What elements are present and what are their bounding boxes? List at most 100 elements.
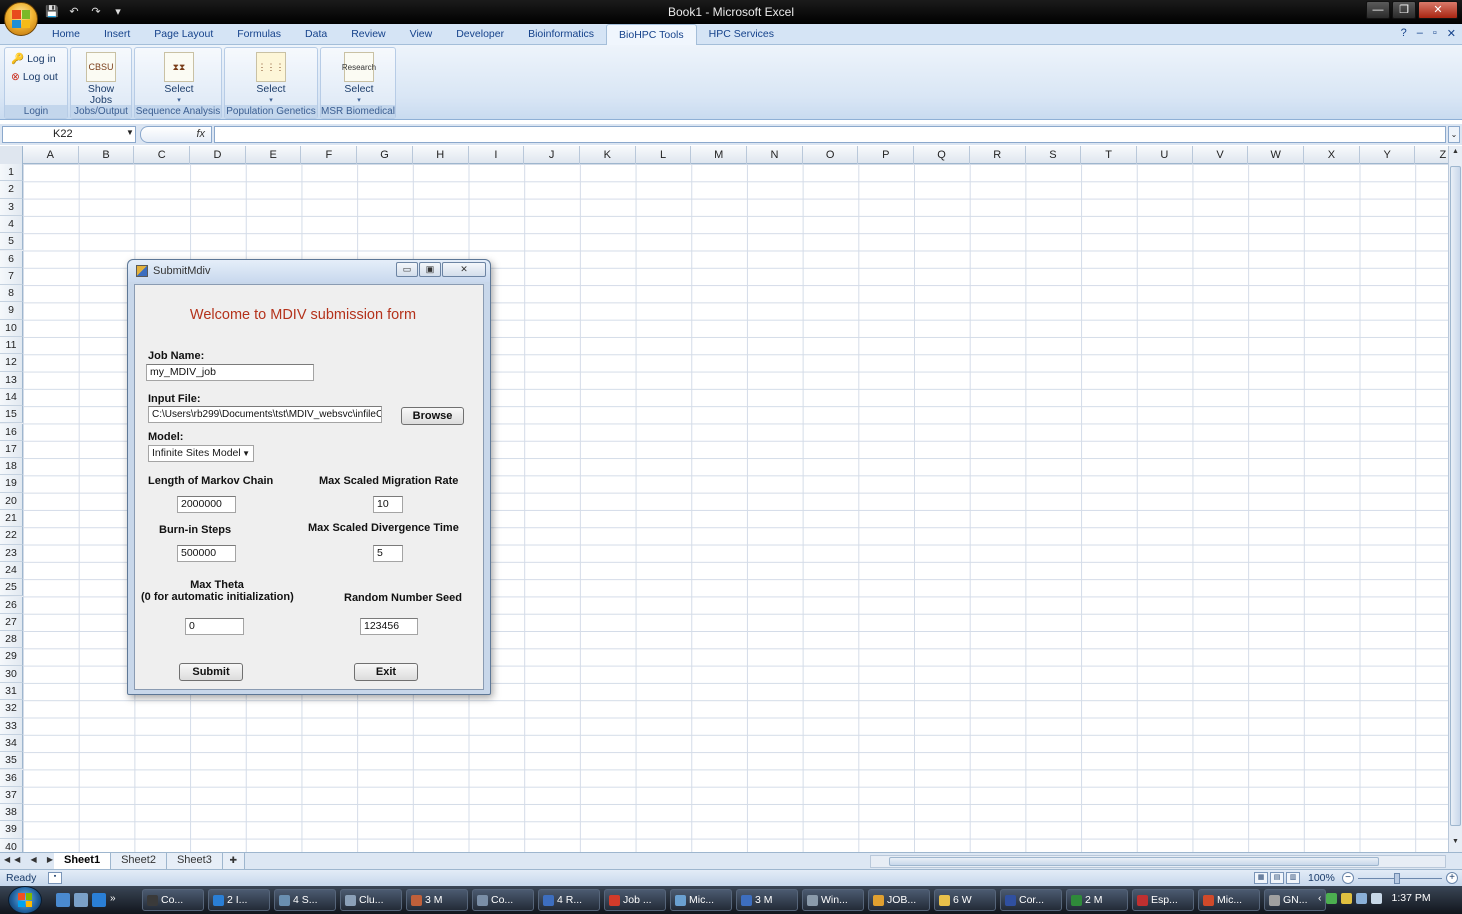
row-header[interactable]: 32 bbox=[0, 700, 23, 718]
column-header[interactable]: W bbox=[1248, 146, 1305, 164]
chevron-down-icon[interactable]: ▼ bbox=[126, 128, 134, 137]
macro-record-icon[interactable]: ▪ bbox=[48, 872, 62, 884]
column-header[interactable]: R bbox=[970, 146, 1026, 164]
migration-rate-input[interactable]: 10 bbox=[373, 496, 403, 513]
row-header[interactable]: 33 bbox=[0, 717, 23, 735]
column-header[interactable]: G bbox=[357, 146, 413, 164]
zoom-knob[interactable] bbox=[1394, 873, 1400, 884]
tab-home[interactable]: Home bbox=[40, 24, 92, 45]
row-header[interactable]: 21 bbox=[0, 510, 23, 528]
browse-button[interactable]: Browse bbox=[401, 407, 464, 425]
zoom-level[interactable]: 100% bbox=[1308, 872, 1335, 884]
row-header[interactable]: 12 bbox=[0, 354, 23, 372]
column-header[interactable]: V bbox=[1193, 146, 1249, 164]
start-button[interactable] bbox=[8, 886, 42, 914]
column-header[interactable]: T bbox=[1081, 146, 1137, 164]
vertical-scroll-thumb[interactable] bbox=[1450, 166, 1461, 826]
taskbar-item[interactable]: 4 R... bbox=[538, 889, 600, 911]
column-header[interactable]: M bbox=[691, 146, 748, 164]
row-header[interactable]: 15 bbox=[0, 406, 23, 424]
column-header[interactable]: F bbox=[302, 146, 358, 164]
row-header[interactable]: 4 bbox=[0, 215, 23, 234]
row-header[interactable]: 17 bbox=[0, 440, 23, 459]
row-header[interactable]: 10 bbox=[0, 319, 23, 337]
row-header[interactable]: 14 bbox=[0, 388, 23, 407]
column-header[interactable]: A bbox=[23, 146, 79, 164]
model-select[interactable]: Infinite Sites Model ▼ bbox=[148, 445, 254, 462]
row-header[interactable]: 29 bbox=[0, 648, 23, 666]
column-header[interactable]: H bbox=[413, 146, 469, 164]
office-button[interactable] bbox=[4, 2, 38, 36]
taskbar-item[interactable]: Clu... bbox=[340, 889, 402, 911]
column-header[interactable]: L bbox=[636, 146, 692, 164]
taskbar-item[interactable]: Job ... bbox=[604, 889, 666, 911]
row-header[interactable]: 40 bbox=[0, 838, 23, 852]
column-header[interactable]: B bbox=[79, 146, 135, 164]
taskbar-item[interactable]: Co... bbox=[472, 889, 534, 911]
row-header[interactable]: 3 bbox=[0, 198, 23, 216]
expand-formula-bar-icon[interactable]: ⌄ bbox=[1448, 126, 1460, 143]
ribbon-restore-icon[interactable]: ▫ bbox=[1433, 27, 1437, 40]
sheet-tab-sheet3[interactable]: Sheet3 bbox=[166, 853, 223, 869]
row-header[interactable]: 25 bbox=[0, 579, 23, 597]
dialog-close-icon[interactable]: ✕ bbox=[442, 262, 486, 277]
exit-button[interactable]: Exit bbox=[354, 663, 418, 681]
sequence-select-button[interactable]: ⧗⧗ Select ▾ bbox=[153, 52, 205, 106]
ribbon-close-icon[interactable]: ✕ bbox=[1447, 27, 1456, 40]
taskbar-item[interactable]: Co... bbox=[142, 889, 204, 911]
show-desktop-icon[interactable] bbox=[56, 893, 70, 907]
input-file-field[interactable]: C:\Users\rb299\Documents\tst\MDIV_websvc… bbox=[148, 406, 382, 423]
scroll-up-icon[interactable]: ▲ bbox=[1450, 148, 1461, 160]
name-box[interactable]: K22 bbox=[2, 126, 136, 143]
taskbar-item[interactable]: Esp... bbox=[1132, 889, 1194, 911]
scroll-down-icon[interactable]: ▼ bbox=[1450, 838, 1461, 850]
taskbar-item[interactable]: 3 M bbox=[406, 889, 468, 911]
insert-sheet-icon[interactable]: ✚ bbox=[222, 853, 245, 869]
row-header[interactable]: 18 bbox=[0, 458, 23, 476]
row-header[interactable]: 31 bbox=[0, 683, 23, 701]
close-button[interactable]: ✕ bbox=[1418, 1, 1458, 19]
insert-function-button[interactable]: fx bbox=[140, 126, 212, 143]
login-button[interactable]: 🔑 Log in bbox=[11, 52, 56, 66]
show-jobs-button[interactable]: CBSU Show Jobs bbox=[75, 52, 127, 106]
help-icon[interactable]: ? bbox=[1401, 27, 1407, 40]
tab-review[interactable]: Review bbox=[339, 24, 397, 45]
row-header[interactable]: 11 bbox=[0, 337, 23, 355]
dialog-title-bar[interactable]: SubmitMdiv ▭ ▣ ✕ bbox=[128, 260, 490, 282]
taskbar-item[interactable]: Win... bbox=[802, 889, 864, 911]
zoom-out-icon[interactable]: − bbox=[1342, 872, 1354, 884]
taskbar-item[interactable]: 2 M bbox=[1066, 889, 1128, 911]
tab-page-layout[interactable]: Page Layout bbox=[142, 24, 225, 45]
job-name-input[interactable]: my_MDIV_job bbox=[146, 364, 314, 381]
row-header[interactable]: 8 bbox=[0, 285, 23, 303]
tray-app-icon[interactable] bbox=[1325, 892, 1337, 904]
row-header[interactable]: 36 bbox=[0, 769, 23, 787]
row-header[interactable]: 22 bbox=[0, 527, 23, 545]
row-header[interactable]: 39 bbox=[0, 821, 23, 839]
row-header[interactable]: 26 bbox=[0, 596, 23, 614]
tab-formulas[interactable]: Formulas bbox=[225, 24, 293, 45]
more-quick-launch-icon[interactable]: » bbox=[110, 893, 116, 907]
row-header[interactable]: 28 bbox=[0, 631, 23, 649]
row-header[interactable]: 38 bbox=[0, 804, 23, 822]
row-header[interactable]: 9 bbox=[0, 302, 23, 320]
msr-select-button[interactable]: Research Select ▾ bbox=[333, 52, 385, 106]
submit-button[interactable]: Submit bbox=[179, 663, 243, 681]
dialog-maximize-icon[interactable]: ▣ bbox=[419, 262, 441, 277]
row-header[interactable]: 24 bbox=[0, 561, 23, 580]
minimize-button[interactable]: — bbox=[1366, 1, 1390, 19]
column-header[interactable]: D bbox=[190, 146, 246, 164]
tray-app-icon[interactable] bbox=[1340, 892, 1352, 904]
zoom-slider[interactable]: − + bbox=[1342, 872, 1458, 885]
column-header[interactable]: S bbox=[1026, 146, 1082, 164]
taskbar-item[interactable]: JOB... bbox=[868, 889, 930, 911]
select-all-corner[interactable] bbox=[0, 146, 23, 164]
column-header[interactable]: Y bbox=[1360, 146, 1416, 164]
column-header[interactable]: P bbox=[859, 146, 915, 164]
row-header[interactable]: 13 bbox=[0, 371, 23, 389]
row-header[interactable]: 35 bbox=[0, 752, 23, 770]
tab-bioinformatics[interactable]: Bioinformatics bbox=[516, 24, 606, 45]
taskbar-item[interactable]: 6 W bbox=[934, 889, 996, 911]
column-header[interactable]: Z bbox=[1416, 146, 1449, 164]
tab-hpc-services[interactable]: HPC Services bbox=[697, 24, 786, 45]
